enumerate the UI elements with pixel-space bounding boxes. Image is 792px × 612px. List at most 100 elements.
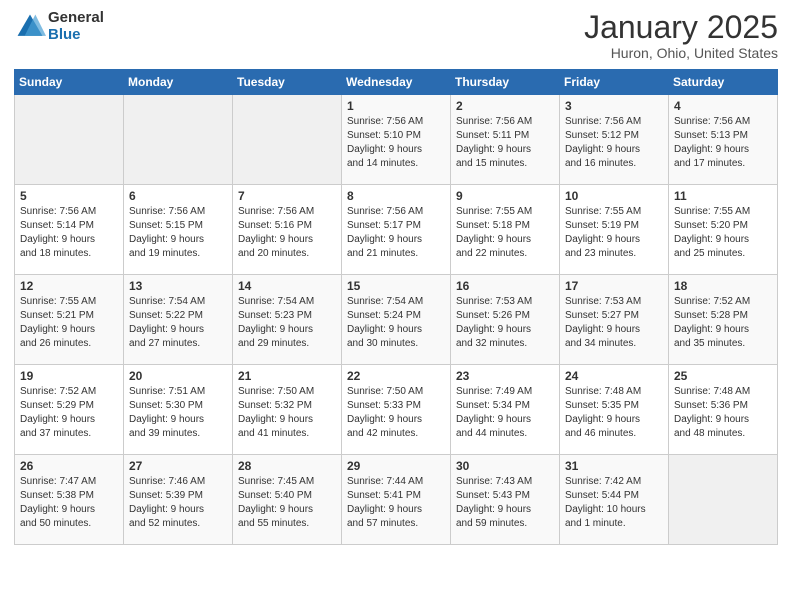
calendar-cell: 21 Sunrise: 7:50 AM Sunset: 5:32 PM Dayli… bbox=[233, 365, 342, 455]
calendar-cell: 17 Sunrise: 7:53 AM Sunset: 5:27 PM Dayli… bbox=[560, 275, 669, 365]
day-detail: Sunrise: 7:46 AM Sunset: 5:39 PM Dayligh… bbox=[129, 476, 205, 529]
calendar-cell: 13 Sunrise: 7:54 AM Sunset: 5:22 PM Dayli… bbox=[124, 275, 233, 365]
calendar-cell: 16 Sunrise: 7:53 AM Sunset: 5:26 PM Dayli… bbox=[451, 275, 560, 365]
day-detail: Sunrise: 7:50 AM Sunset: 5:33 PM Dayligh… bbox=[347, 386, 423, 439]
calendar-cell: 28Sunrise: 7:45 AM Sunset: 5:40 PM Dayli… bbox=[233, 455, 342, 545]
week-row-1: 1 Sunrise: 7:56 AM Sunset: 5:10 PM Daylig… bbox=[15, 95, 778, 185]
calendar-cell: 11 Sunrise: 7:55 AM Sunset: 5:20 PM Dayli… bbox=[669, 185, 778, 275]
day-number: 25 bbox=[674, 369, 772, 383]
weekday-header-row: SundayMondayTuesdayWednesdayThursdayFrid… bbox=[15, 70, 778, 95]
calendar-cell: 15Sunrise: 7:54 AM Sunset: 5:24 PM Dayli… bbox=[342, 275, 451, 365]
day-detail: Sunrise: 7:56 AM Sunset: 5:15 PM Dayligh… bbox=[129, 206, 205, 259]
calendar-cell: 24Sunrise: 7:48 AM Sunset: 5:35 PM Dayli… bbox=[560, 365, 669, 455]
day-detail: Sunrise: 7:56 AM Sunset: 5:14 PM Dayligh… bbox=[20, 206, 96, 259]
day-number: 21 bbox=[238, 369, 336, 383]
calendar-cell: 26 Sunrise: 7:47 AM Sunset: 5:38 PM Dayli… bbox=[15, 455, 124, 545]
calendar-cell: 18Sunrise: 7:52 AM Sunset: 5:28 PM Dayli… bbox=[669, 275, 778, 365]
calendar-cell: 4Sunrise: 7:56 AM Sunset: 5:13 PM Daylig… bbox=[669, 95, 778, 185]
day-detail: Sunrise: 7:56 AM Sunset: 5:11 PM Dayligh… bbox=[456, 116, 532, 169]
day-detail: Sunrise: 7:53 AM Sunset: 5:27 PM Dayligh… bbox=[565, 296, 641, 349]
day-detail: Sunrise: 7:45 AM Sunset: 5:40 PM Dayligh… bbox=[238, 476, 314, 529]
logo: General Blue bbox=[14, 10, 104, 43]
day-number: 10 bbox=[565, 189, 663, 203]
weekday-header-tuesday: Tuesday bbox=[233, 70, 342, 95]
day-number: 24 bbox=[565, 369, 663, 383]
week-row-4: 19Sunrise: 7:52 AM Sunset: 5:29 PM Dayli… bbox=[15, 365, 778, 455]
calendar-cell: 23 Sunrise: 7:49 AM Sunset: 5:34 PM Dayli… bbox=[451, 365, 560, 455]
day-number: 14 bbox=[238, 279, 336, 293]
calendar-cell: 25 Sunrise: 7:48 AM Sunset: 5:36 PM Dayli… bbox=[669, 365, 778, 455]
day-detail: Sunrise: 7:44 AM Sunset: 5:41 PM Dayligh… bbox=[347, 476, 423, 529]
day-detail: Sunrise: 7:49 AM Sunset: 5:34 PM Dayligh… bbox=[456, 386, 532, 439]
calendar-table: SundayMondayTuesdayWednesdayThursdayFrid… bbox=[14, 69, 778, 545]
calendar-cell bbox=[15, 95, 124, 185]
day-number: 26 bbox=[20, 459, 118, 473]
calendar-cell: 5 Sunrise: 7:56 AM Sunset: 5:14 PM Daylig… bbox=[15, 185, 124, 275]
day-number: 23 bbox=[456, 369, 554, 383]
logo-text: General Blue bbox=[48, 10, 104, 43]
day-detail: Sunrise: 7:55 AM Sunset: 5:20 PM Dayligh… bbox=[674, 206, 750, 259]
calendar-cell: 12Sunrise: 7:55 AM Sunset: 5:21 PM Dayli… bbox=[15, 275, 124, 365]
month-year: January 2025 bbox=[584, 10, 778, 45]
day-number: 3 bbox=[565, 99, 663, 113]
day-detail: Sunrise: 7:43 AM Sunset: 5:43 PM Dayligh… bbox=[456, 476, 532, 529]
day-number: 30 bbox=[456, 459, 554, 473]
day-number: 7 bbox=[238, 189, 336, 203]
calendar-cell bbox=[233, 95, 342, 185]
logo-general: General bbox=[48, 10, 104, 27]
calendar-cell: 30 Sunrise: 7:43 AM Sunset: 5:43 PM Dayli… bbox=[451, 455, 560, 545]
calendar-cell: 27Sunrise: 7:46 AM Sunset: 5:39 PM Dayli… bbox=[124, 455, 233, 545]
weekday-header-monday: Monday bbox=[124, 70, 233, 95]
day-detail: Sunrise: 7:50 AM Sunset: 5:32 PM Dayligh… bbox=[238, 386, 314, 439]
day-detail: Sunrise: 7:56 AM Sunset: 5:16 PM Dayligh… bbox=[238, 206, 314, 259]
day-detail: Sunrise: 7:54 AM Sunset: 5:23 PM Dayligh… bbox=[238, 296, 314, 349]
day-detail: Sunrise: 7:55 AM Sunset: 5:18 PM Dayligh… bbox=[456, 206, 532, 259]
day-number: 20 bbox=[129, 369, 227, 383]
day-number: 15 bbox=[347, 279, 445, 293]
week-row-5: 26 Sunrise: 7:47 AM Sunset: 5:38 PM Dayli… bbox=[15, 455, 778, 545]
day-number: 5 bbox=[20, 189, 118, 203]
day-number: 31 bbox=[565, 459, 663, 473]
calendar-cell: 7 Sunrise: 7:56 AM Sunset: 5:16 PM Daylig… bbox=[233, 185, 342, 275]
weekday-header-saturday: Saturday bbox=[669, 70, 778, 95]
day-number: 29 bbox=[347, 459, 445, 473]
day-number: 6 bbox=[129, 189, 227, 203]
day-detail: Sunrise: 7:55 AM Sunset: 5:21 PM Dayligh… bbox=[20, 296, 96, 349]
day-detail: Sunrise: 7:55 AM Sunset: 5:19 PM Dayligh… bbox=[565, 206, 641, 259]
location: Huron, Ohio, United States bbox=[584, 45, 778, 61]
calendar-cell: 31 Sunrise: 7:42 AM Sunset: 5:44 PM Dayli… bbox=[560, 455, 669, 545]
week-row-2: 5 Sunrise: 7:56 AM Sunset: 5:14 PM Daylig… bbox=[15, 185, 778, 275]
day-number: 17 bbox=[565, 279, 663, 293]
calendar-cell: 1 Sunrise: 7:56 AM Sunset: 5:10 PM Daylig… bbox=[342, 95, 451, 185]
day-detail: Sunrise: 7:47 AM Sunset: 5:38 PM Dayligh… bbox=[20, 476, 96, 529]
day-number: 9 bbox=[456, 189, 554, 203]
calendar-cell: 20 Sunrise: 7:51 AM Sunset: 5:30 PM Dayli… bbox=[124, 365, 233, 455]
day-detail: Sunrise: 7:56 AM Sunset: 5:12 PM Dayligh… bbox=[565, 116, 641, 169]
day-detail: Sunrise: 7:42 AM Sunset: 5:44 PM Dayligh… bbox=[565, 476, 646, 529]
header: General Blue January 2025 Huron, Ohio, U… bbox=[14, 10, 778, 61]
day-detail: Sunrise: 7:48 AM Sunset: 5:36 PM Dayligh… bbox=[674, 386, 750, 439]
week-row-3: 12Sunrise: 7:55 AM Sunset: 5:21 PM Dayli… bbox=[15, 275, 778, 365]
day-detail: Sunrise: 7:56 AM Sunset: 5:10 PM Dayligh… bbox=[347, 116, 423, 169]
weekday-header-friday: Friday bbox=[560, 70, 669, 95]
day-detail: Sunrise: 7:56 AM Sunset: 5:13 PM Dayligh… bbox=[674, 116, 750, 169]
day-detail: Sunrise: 7:53 AM Sunset: 5:26 PM Dayligh… bbox=[456, 296, 532, 349]
calendar-cell: 3 Sunrise: 7:56 AM Sunset: 5:12 PM Daylig… bbox=[560, 95, 669, 185]
calendar-cell: 2Sunrise: 7:56 AM Sunset: 5:11 PM Daylig… bbox=[451, 95, 560, 185]
day-number: 19 bbox=[20, 369, 118, 383]
day-detail: Sunrise: 7:52 AM Sunset: 5:28 PM Dayligh… bbox=[674, 296, 750, 349]
logo-blue: Blue bbox=[48, 27, 104, 44]
day-number: 13 bbox=[129, 279, 227, 293]
weekday-header-thursday: Thursday bbox=[451, 70, 560, 95]
day-number: 16 bbox=[456, 279, 554, 293]
title-block: January 2025 Huron, Ohio, United States bbox=[584, 10, 778, 61]
day-detail: Sunrise: 7:51 AM Sunset: 5:30 PM Dayligh… bbox=[129, 386, 205, 439]
weekday-header-sunday: Sunday bbox=[15, 70, 124, 95]
day-number: 1 bbox=[347, 99, 445, 113]
calendar-cell bbox=[124, 95, 233, 185]
day-detail: Sunrise: 7:54 AM Sunset: 5:22 PM Dayligh… bbox=[129, 296, 205, 349]
weekday-header-wednesday: Wednesday bbox=[342, 70, 451, 95]
day-number: 11 bbox=[674, 189, 772, 203]
calendar-container: General Blue January 2025 Huron, Ohio, U… bbox=[0, 0, 792, 559]
calendar-cell: 29 Sunrise: 7:44 AM Sunset: 5:41 PM Dayli… bbox=[342, 455, 451, 545]
